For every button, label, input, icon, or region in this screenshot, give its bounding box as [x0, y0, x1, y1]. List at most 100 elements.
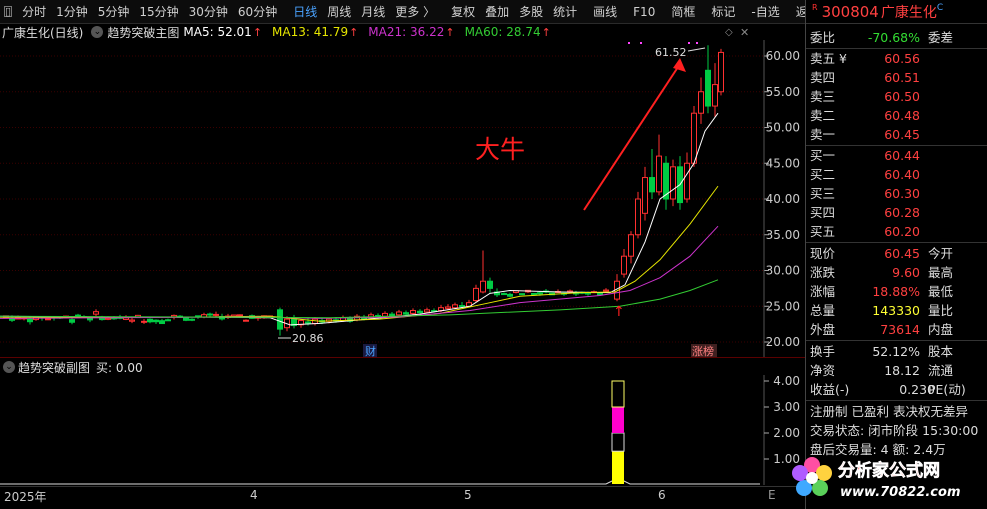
quote-row[interactable]: 净资 18.12 流通: [806, 361, 987, 380]
toolbar-item[interactable]: 统计: [548, 1, 582, 23]
quote-row[interactable]: 买二 60.40: [806, 165, 987, 184]
candle-body: [649, 177, 655, 193]
quote-row[interactable]: 买五 60.20: [806, 222, 987, 241]
period-toolbar: ▯ 分时 1分钟 5分钟 15分钟 30分钟 60分钟 日线 周线 月线 更多 〉复权 叠加 多股 统计…: [0, 0, 820, 24]
quote-row[interactable]: 买三 60.30: [806, 184, 987, 203]
quote-panel: R 300804 广康生化 C 委比 -70.68% 委差 卖五 ¥ 60.56 卖四 60…: [806, 0, 987, 509]
candle-body: [165, 319, 171, 322]
toolbar-item[interactable]: 复权: [446, 1, 480, 23]
candle-body: [243, 319, 249, 322]
quote-row[interactable]: 换手 52.12% 股本: [806, 342, 987, 361]
quote-value: 60.48: [884, 108, 920, 123]
toolbar-item[interactable]: 5分钟: [93, 1, 135, 23]
toolbar-item[interactable]: 简框: [666, 1, 700, 23]
y-tick-label: 40.00: [766, 192, 800, 206]
quote-row[interactable]: 买一 60.44: [806, 146, 987, 165]
toolbar-item[interactable]: 画线: [588, 1, 622, 23]
toolbar-item[interactable]: 月线: [356, 1, 390, 23]
sub-baseline: [0, 480, 760, 485]
quote-info-trade_status: 交易状态: 闭市阶段 15:30:00: [806, 421, 987, 440]
quote-label-2: 流通: [928, 363, 954, 378]
candle-body: [237, 314, 243, 317]
main-kline-chart[interactable]: 60.00 55.00 50.00 45.00 40.00 35.00 30.00 25.00…: [0, 40, 805, 358]
time-label-year: 2025年: [4, 490, 47, 504]
quote-row[interactable]: 涨跌 9.60 最高: [806, 263, 987, 282]
quote-label-2: 量比: [928, 303, 954, 318]
high-label-arrow: [687, 47, 706, 52]
quote-divider: [806, 400, 987, 401]
quote-label: 卖二: [810, 108, 836, 123]
toolbar-item[interactable]: 叠加: [480, 1, 514, 23]
toolbar-item[interactable]: -自选: [746, 1, 784, 23]
toolbar-item[interactable]: 30分钟: [184, 1, 233, 23]
toolbar-item[interactable]: 日线: [288, 1, 322, 23]
signal-bar-magenta: [612, 407, 624, 433]
high-price-label: 61.52: [655, 46, 687, 59]
quote-row[interactable]: 卖五 ¥ 60.56: [806, 49, 987, 68]
toolbar-item[interactable]: 60分钟: [233, 1, 282, 23]
quote-row[interactable]: 卖一 60.45: [806, 125, 987, 144]
candle-body: [305, 321, 311, 324]
ma13-arrow-icon: ↑: [349, 25, 359, 39]
close-icon[interactable]: ✕: [740, 26, 749, 39]
candle-body: [141, 320, 147, 323]
candle-body: [231, 314, 237, 317]
quote-label: 买二: [810, 167, 836, 182]
sub-indicator-name[interactable]: 趋势突破副图: [18, 359, 90, 376]
toolbar-item[interactable]: 分时: [17, 1, 51, 23]
quote-info-text: 交易状态: 闭市阶段 15:30:00: [810, 423, 979, 438]
toolbar-item[interactable]: 标记: [706, 1, 740, 23]
candle-body: [670, 166, 676, 200]
quote-label-2: PE(动): [928, 382, 966, 397]
watermark-text-1: 分析家公式网: [838, 460, 940, 481]
quote-label: 涨跌: [810, 265, 836, 280]
e-icon[interactable]: E: [768, 488, 776, 502]
toolbar-item[interactable]: 更多 〉: [390, 1, 440, 23]
stock-period-label: 广康生化(日线): [2, 25, 84, 40]
y-tick-label: 55.00: [766, 85, 800, 99]
toolbar-item[interactable]: 15分钟: [134, 1, 183, 23]
candle-body: [207, 313, 213, 316]
chevron-down-icon[interactable]: ⌄: [3, 361, 15, 373]
candle-body: [277, 309, 283, 330]
indicator-name[interactable]: 趋势突破主图: [107, 24, 179, 41]
weibi-label: 委比: [810, 30, 836, 45]
toolbar-item[interactable]: 周线: [322, 1, 356, 23]
quote-value: 60.50: [884, 89, 920, 104]
diamond-icon[interactable]: ◇: [725, 27, 733, 38]
toolbar-item[interactable]: 多股: [514, 1, 548, 23]
quote-value: 60.45: [884, 246, 920, 261]
toolbar-item[interactable]: 1分钟: [51, 1, 93, 23]
sub-y-tick-label: 3.00: [773, 400, 800, 414]
stock-code: 300804: [821, 2, 879, 21]
candle-body: [382, 312, 388, 317]
sub-indicator-value: 买: 0.00: [96, 360, 143, 375]
candle-body: [129, 319, 135, 322]
y-tick-label: 50.00: [766, 121, 800, 135]
quote-row[interactable]: 卖四 60.51: [806, 68, 987, 87]
candle-body: [705, 69, 711, 107]
sub-indicator-chart[interactable]: 4.003.002.001.00: [0, 375, 805, 485]
time-label-may: 5: [464, 488, 472, 502]
quote-row[interactable]: 卖二 60.48: [806, 106, 987, 125]
panel-toggle-icon[interactable]: ▯: [4, 6, 13, 17]
sub-chart-header: ⌄ 趋势突破副图 买: 0.00: [0, 359, 143, 375]
quote-label: 总量: [810, 303, 836, 318]
quote-row[interactable]: 卖三 60.50: [806, 87, 987, 106]
quote-row[interactable]: 总量 143330 量比: [806, 301, 987, 320]
quote-row[interactable]: 外盘 73614 内盘: [806, 320, 987, 339]
quote-label: 涨幅: [810, 284, 836, 299]
quote-row[interactable]: 买四 60.28: [806, 203, 987, 222]
quote-row[interactable]: 收益(-) 0.230 PE(动): [806, 380, 987, 399]
quote-row[interactable]: 涨幅 18.88% 最低: [806, 282, 987, 301]
ma21-value: MA21: 36.22: [368, 25, 445, 39]
toolbar-item[interactable]: F10: [628, 1, 660, 23]
chevron-down-icon[interactable]: ⌄: [91, 26, 104, 38]
candle-body: [531, 292, 537, 295]
quote-value: 60.56: [884, 51, 920, 66]
candle-body: [459, 305, 465, 308]
candle-body: [684, 162, 690, 200]
quote-row[interactable]: 现价 60.45 今开: [806, 244, 987, 263]
y-tick-label: 30.00: [766, 264, 800, 278]
r-badge: R: [812, 3, 818, 12]
